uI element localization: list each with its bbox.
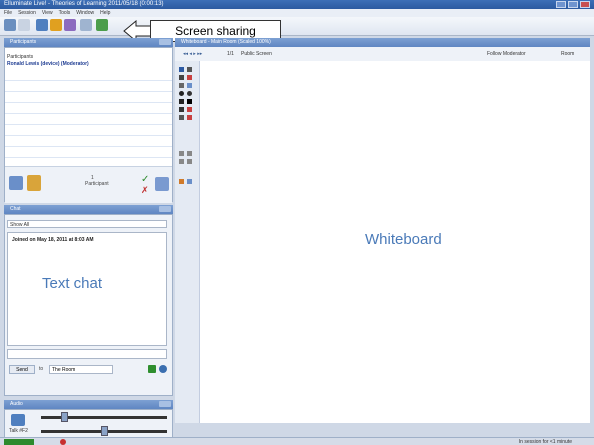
- chat-filter-value: All: [23, 222, 30, 228]
- line-tool-icon[interactable]: [179, 107, 184, 112]
- session-duration: In session for <1 minute: [518, 439, 572, 445]
- chat-joined-message: Joined on May 18, 2011 at 8:03 AM: [12, 237, 94, 243]
- connection-status-icon: [4, 439, 34, 445]
- emoticons-icon[interactable]: [27, 175, 41, 191]
- pointer-tool-icon[interactable]: [187, 67, 192, 72]
- participants-panel: Participants Ronald Lewis (device) (Mode…: [4, 47, 173, 203]
- line-width-icon[interactable]: [187, 179, 192, 184]
- minimize-button[interactable]: [556, 1, 566, 8]
- whiteboard-toolbar: ◂◂ ◂ ▸ ▸▸ 1/1 Public Screen Follow Moder…: [175, 47, 590, 62]
- cross-icon[interactable]: ✗: [141, 185, 149, 196]
- moderator-tools-icon[interactable]: [9, 176, 23, 190]
- image-tool-icon[interactable]: [179, 115, 184, 120]
- chat-filter-label: Show: [10, 222, 23, 228]
- microphone-slider-knob[interactable]: [61, 412, 68, 422]
- speaker-slider-knob[interactable]: [101, 426, 108, 436]
- talk-label: Talk #F2: [9, 428, 28, 434]
- follow-moderator-checkbox[interactable]: Follow Moderator: [487, 47, 526, 61]
- menu-session[interactable]: Session: [18, 9, 36, 17]
- arrow-tool-icon[interactable]: [187, 107, 192, 112]
- whiteboard-tools: [175, 61, 200, 423]
- room-checkbox[interactable]: Room: [561, 47, 574, 61]
- audio-panel: Talk #F2: [4, 409, 173, 438]
- whiteboard-panel-header: Whiteboard - Main Room (Scaled 100%): [175, 38, 590, 47]
- ellipse-tool-icon[interactable]: [179, 91, 184, 96]
- chat-recipient-select[interactable]: The Room: [49, 365, 113, 374]
- audio-panel-header: Audio: [4, 400, 173, 409]
- clipart-tool-icon[interactable]: [187, 83, 192, 88]
- maximize-button[interactable]: [568, 1, 578, 8]
- quiz-icon[interactable]: [80, 19, 92, 31]
- cut-tool-icon[interactable]: [179, 151, 184, 156]
- page-indicator: 1/1: [227, 51, 234, 57]
- close-button[interactable]: [580, 1, 590, 8]
- microphone-level-slider[interactable]: [41, 416, 167, 419]
- checkmark-icon[interactable]: ✓: [141, 174, 149, 185]
- text-chat-annotation: Text chat: [42, 275, 103, 292]
- screen-select[interactable]: Public Screen: [241, 47, 272, 61]
- chat-transcript: Joined on May 18, 2011 at 8:03 AM Text c…: [7, 232, 167, 346]
- window-controls: [556, 1, 590, 8]
- highlighter-tool-icon[interactable]: [187, 75, 192, 80]
- screen-share-icon[interactable]: [96, 19, 108, 31]
- application-sharing-icon[interactable]: [50, 19, 62, 31]
- participants-header: Participants: [7, 54, 34, 60]
- menu-view[interactable]: View: [42, 9, 53, 17]
- menu-tools[interactable]: Tools: [59, 9, 71, 17]
- send-button[interactable]: Send: [9, 365, 35, 374]
- chat-panel-title: Chat: [10, 206, 21, 212]
- participants-list: [5, 70, 172, 158]
- filled-ellipse-tool-icon[interactable]: [187, 91, 192, 96]
- whiteboard-panel-title: Whiteboard - Main Room (Scaled 100%): [181, 39, 271, 45]
- whiteboard-canvas[interactable]: Whiteboard: [200, 61, 590, 423]
- participants-footer: 1 Participant ✓ ✗: [5, 166, 172, 203]
- chat-panel: Show All Joined on May 18, 2011 at 8:03 …: [4, 214, 173, 396]
- participants-panel-title: Participants: [10, 39, 37, 45]
- text-tool-icon[interactable]: [179, 83, 184, 88]
- title-bar: Elluminate Live! - Theories of Learning …: [0, 0, 594, 9]
- participants-panel-header: Participants: [4, 38, 173, 47]
- panel-menu-icon[interactable]: [159, 39, 171, 45]
- window-title: Elluminate Live! - Theories of Learning …: [4, 1, 164, 7]
- audio-panel-menu-icon[interactable]: [159, 401, 171, 407]
- eraser-tool-icon[interactable]: [187, 115, 192, 120]
- chat-panel-header: Chat: [4, 205, 173, 214]
- chat-filter-select[interactable]: Show All: [7, 220, 167, 228]
- pen-tool-icon[interactable]: [179, 75, 184, 80]
- selection-tool-icon[interactable]: [179, 67, 184, 72]
- whiteboard-icon[interactable]: [36, 19, 48, 31]
- recording-indicator-icon: [60, 439, 66, 445]
- exit-icon[interactable]: [155, 177, 169, 191]
- chat-to-label: to: [39, 366, 44, 372]
- menu-bar: File Session View Tools Window Help: [0, 9, 594, 17]
- talk-button[interactable]: [11, 414, 25, 426]
- copy-tool-icon[interactable]: [187, 151, 192, 156]
- chat-options-icon[interactable]: [159, 365, 167, 373]
- chat-panel-menu-icon[interactable]: [159, 206, 171, 212]
- chat-message-input[interactable]: [7, 349, 167, 359]
- rectangle-tool-icon[interactable]: [179, 99, 184, 104]
- menu-file[interactable]: File: [4, 9, 12, 17]
- redo-tool-icon[interactable]: [187, 159, 192, 164]
- page-navigation-icon[interactable]: ◂◂ ◂ ▸ ▸▸: [183, 47, 202, 61]
- whiteboard-panel: Whiteboard - Main Room (Scaled 100%) ◂◂ …: [175, 38, 590, 438]
- whiteboard-annotation: Whiteboard: [365, 231, 442, 248]
- app-window: Elluminate Live! - Theories of Learning …: [0, 0, 594, 445]
- color-picker-icon[interactable]: [179, 179, 184, 184]
- undo-tool-icon[interactable]: [179, 159, 184, 164]
- menu-help[interactable]: Help: [100, 9, 110, 17]
- dropdown-button[interactable]: [18, 19, 30, 31]
- emoticon-picker-icon[interactable]: [148, 365, 156, 373]
- status-bar: In session for <1 minute: [0, 437, 594, 445]
- menu-window[interactable]: Window: [76, 9, 94, 17]
- layout-icon[interactable]: [4, 19, 16, 31]
- left-column: Participants Participants Ronald Lewis (…: [4, 38, 173, 438]
- participant-item[interactable]: Ronald Lewis (device) (Moderator): [7, 61, 89, 67]
- main-toolbar: [0, 17, 594, 36]
- audio-panel-title: Audio: [10, 401, 23, 407]
- web-tour-icon[interactable]: [64, 19, 76, 31]
- filled-rectangle-tool-icon[interactable]: [187, 99, 192, 104]
- participant-count-label: Participant: [85, 181, 109, 187]
